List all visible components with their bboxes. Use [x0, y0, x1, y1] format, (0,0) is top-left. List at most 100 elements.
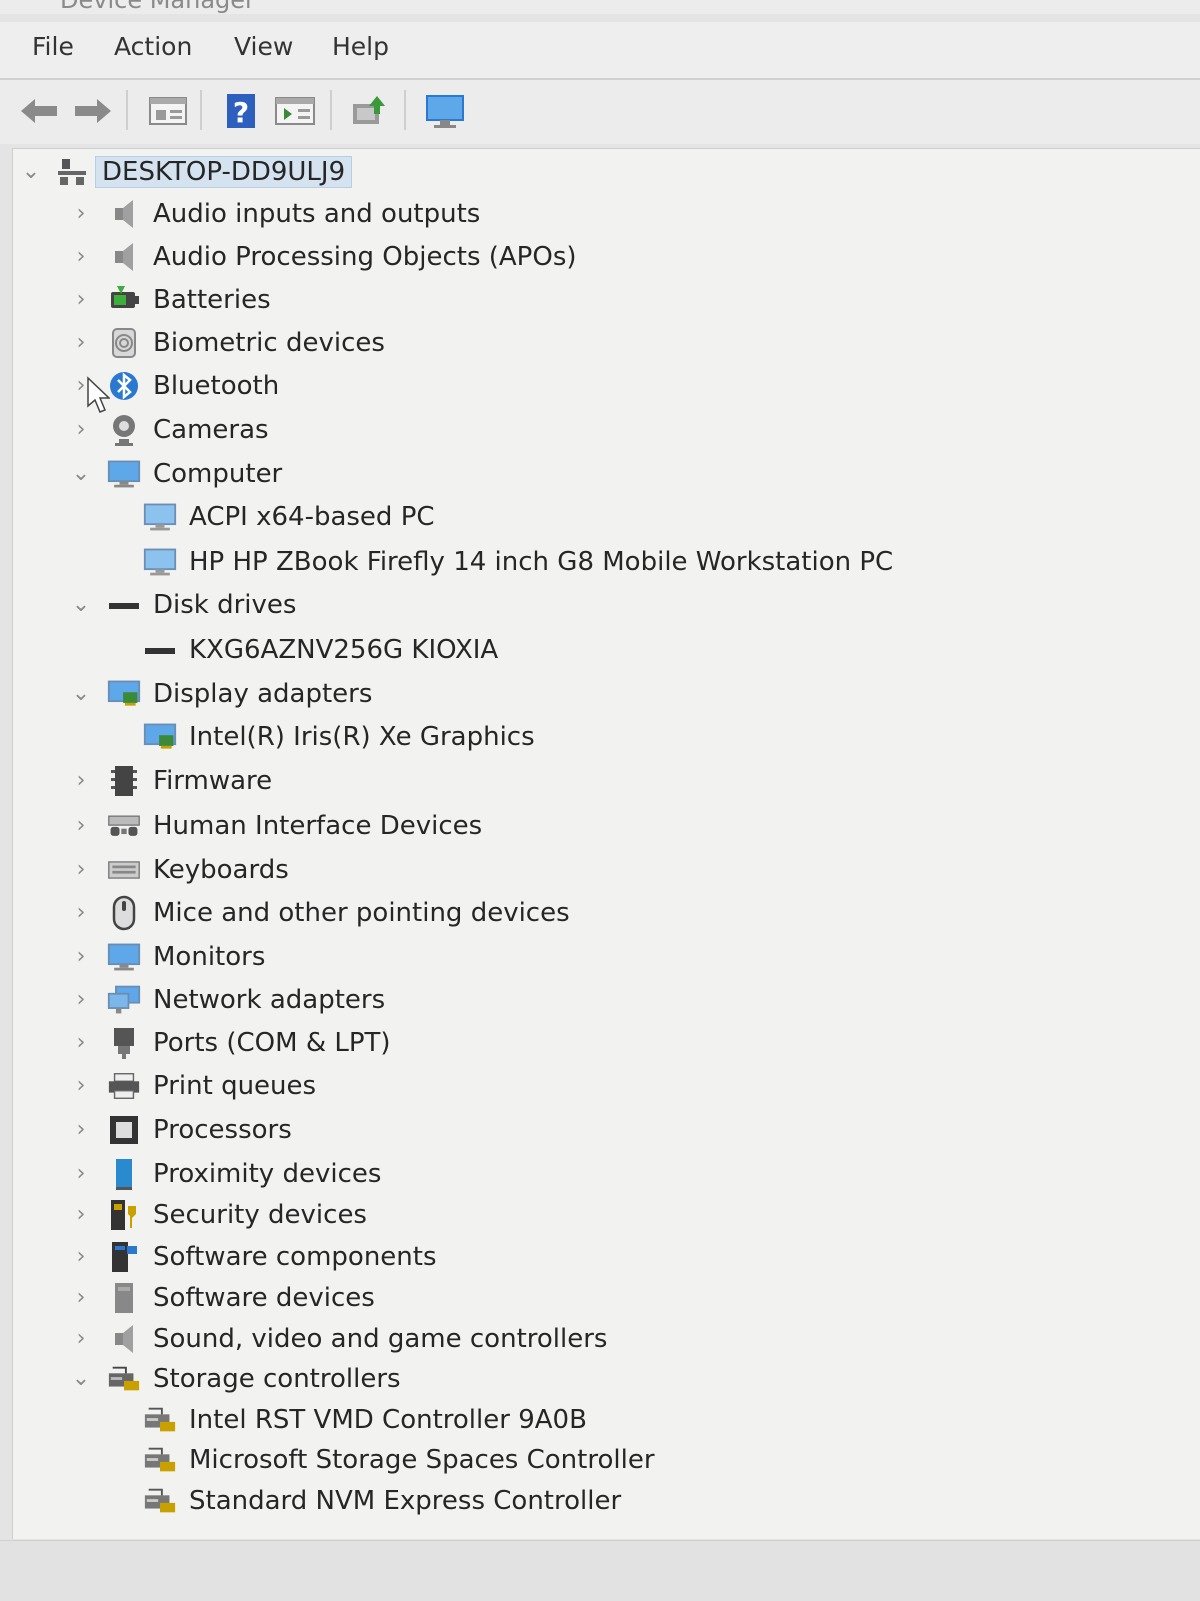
tree-category-label: Display adapters — [153, 679, 373, 709]
tree-device[interactable]: ACPI x64-based PC — [143, 497, 435, 537]
tree-category-display-adapters[interactable]: ⌄ Display adapters — [71, 674, 373, 714]
firmware-icon — [107, 765, 141, 797]
tree-device[interactable]: Intel(R) Iris(R) Xe Graphics — [143, 717, 535, 757]
keyboard-icon — [107, 854, 141, 886]
tree-category-sound-video-and-game-controllers[interactable]: › Sound, video and game controllers — [71, 1319, 608, 1359]
software-component-icon — [107, 1241, 141, 1273]
toolbar-separator — [126, 90, 128, 130]
tree-category-software-devices[interactable]: › Software devices — [71, 1278, 375, 1318]
chevron-right-icon[interactable]: › — [71, 946, 91, 968]
tree-category-label: Print queues — [153, 1071, 317, 1101]
chevron-right-icon[interactable]: › — [71, 1204, 91, 1226]
tree-device-label: Standard NVM Express Controller — [189, 1486, 622, 1516]
tree-device[interactable]: Standard NVM Express Controller — [143, 1481, 621, 1521]
chevron-right-icon[interactable]: › — [71, 289, 91, 311]
chevron-right-icon[interactable]: › — [71, 902, 91, 924]
tree-category-ports-com-lpt[interactable]: › Ports (COM & LPT) — [71, 1023, 391, 1063]
tree-category-biometric-devices[interactable]: › Biometric devices — [71, 323, 385, 363]
chevron-right-icon[interactable]: › — [71, 1119, 91, 1141]
chevron-right-icon[interactable]: › — [71, 989, 91, 1011]
tree-category-label: Cameras — [153, 415, 269, 445]
tree-category-audio-inputs-and-outputs[interactable]: › Audio inputs and outputs — [71, 194, 481, 234]
chevron-right-icon[interactable]: › — [71, 1032, 91, 1054]
tree-device[interactable]: KXG6AZNV256G KIOXIA — [143, 630, 498, 670]
proximity-icon — [107, 1158, 141, 1190]
tree-device-label: Microsoft Storage Spaces Controller — [189, 1445, 655, 1475]
hid-icon — [107, 810, 141, 842]
camera-icon — [107, 414, 141, 446]
tree-category-security-devices[interactable]: › Security devices — [71, 1195, 367, 1235]
display-adapter-icon — [107, 678, 141, 710]
chevron-right-icon[interactable]: › — [71, 1246, 91, 1268]
storage-child-icon — [143, 1404, 177, 1436]
chevron-down-icon[interactable]: ⌄ — [71, 463, 91, 485]
tree-root[interactable]: ⌄ DESKTOP-DD9ULJ9 — [21, 152, 353, 192]
disk-icon — [143, 634, 177, 666]
chevron-down-icon[interactable]: ⌄ — [71, 1368, 91, 1390]
menu-file[interactable]: File — [32, 32, 74, 61]
battery-icon — [107, 284, 141, 316]
chevron-right-icon[interactable]: › — [71, 419, 91, 441]
device-tree[interactable]: ⌄ DESKTOP-DD9ULJ9 › Audio inputs and output… — [12, 148, 1200, 1539]
mouse-icon — [107, 895, 141, 931]
menu-help[interactable]: Help — [332, 32, 389, 61]
monitor-icon — [426, 95, 464, 128]
tree-device[interactable]: Microsoft Storage Spaces Controller — [143, 1440, 655, 1480]
tree-device[interactable]: HP HP ZBook Firefly 14 inch G8 Mobile Wo… — [143, 542, 893, 582]
tree-category-network-adapters[interactable]: › Network adapters — [71, 980, 386, 1020]
tree-category-disk-drives[interactable]: ⌄ Disk drives — [71, 585, 297, 625]
tree-category-label: Batteries — [153, 285, 271, 315]
chevron-right-icon[interactable]: › — [71, 1287, 91, 1309]
tree-category-storage-controllers[interactable]: ⌄ Storage controllers — [71, 1359, 401, 1399]
chevron-right-icon[interactable]: › — [71, 770, 91, 792]
chevron-right-icon[interactable]: › — [71, 815, 91, 837]
help-icon: ? — [227, 94, 255, 129]
chevron-right-icon[interactable]: › — [71, 1328, 91, 1350]
tree-category-label: Human Interface Devices — [153, 811, 483, 841]
toolbar-separator — [330, 90, 332, 130]
tree-device-label: ACPI x64-based PC — [189, 502, 435, 532]
tree-category-mice-and-other-pointing-devices[interactable]: › Mice and other pointing devices — [71, 893, 570, 933]
tree-category-keyboards[interactable]: › Keyboards — [71, 850, 289, 890]
computer-icon — [107, 458, 141, 490]
tree-category-audio-processing-objects-apos[interactable]: › Audio Processing Objects (APOs) — [71, 237, 577, 277]
forward-button[interactable] — [70, 88, 116, 134]
chevron-right-icon[interactable]: › — [71, 859, 91, 881]
tree-category-label: Mice and other pointing devices — [153, 898, 570, 928]
tree-category-software-components[interactable]: › Software components — [71, 1237, 437, 1277]
speaker-icon — [107, 241, 141, 273]
chevron-down-icon[interactable]: ⌄ — [71, 594, 91, 616]
tree-category-cameras[interactable]: › Cameras — [71, 410, 269, 450]
tree-category-processors[interactable]: › Processors — [71, 1110, 292, 1150]
tree-category-firmware[interactable]: › Firmware — [71, 761, 272, 801]
tree-category-print-queues[interactable]: › Print queues — [71, 1066, 316, 1106]
chevron-right-icon[interactable]: › — [71, 1075, 91, 1097]
properties-icon — [149, 97, 187, 125]
chevron-right-icon[interactable]: › — [71, 1163, 91, 1185]
view-button[interactable] — [272, 88, 318, 134]
chevron-right-icon[interactable]: › — [71, 203, 91, 225]
chevron-down-icon[interactable]: ⌄ — [21, 161, 41, 183]
tree-root-label[interactable]: DESKTOP-DD9ULJ9 — [95, 156, 353, 188]
tree-category-human-interface-devices[interactable]: › Human Interface Devices — [71, 806, 483, 846]
scan-hardware-button[interactable] — [422, 88, 468, 134]
storage-controller-icon — [107, 1363, 141, 1395]
properties-button[interactable] — [145, 88, 191, 134]
tree-category-label: Computer — [153, 459, 283, 489]
tree-category-monitors[interactable]: › Monitors — [71, 937, 266, 977]
tree-category-proximity-devices[interactable]: › Proximity devices — [71, 1154, 381, 1194]
chevron-down-icon[interactable]: ⌄ — [71, 683, 91, 705]
menu-action[interactable]: Action — [114, 32, 192, 61]
update-driver-button[interactable] — [346, 88, 392, 134]
chevron-right-icon[interactable]: › — [71, 332, 91, 354]
menu-view[interactable]: View — [234, 32, 293, 61]
tree-category-batteries[interactable]: › Batteries — [71, 280, 271, 320]
tree-category-computer[interactable]: ⌄ Computer — [71, 454, 282, 494]
chevron-right-icon[interactable]: › — [71, 246, 91, 268]
tree-device[interactable]: Intel RST VMD Controller 9A0B — [143, 1400, 587, 1440]
back-button[interactable] — [16, 88, 62, 134]
forward-arrow-icon — [75, 99, 111, 123]
tree-category-label: Monitors — [153, 942, 266, 972]
tree-category-label: Software components — [153, 1242, 437, 1272]
help-button[interactable]: ? — [218, 88, 264, 134]
